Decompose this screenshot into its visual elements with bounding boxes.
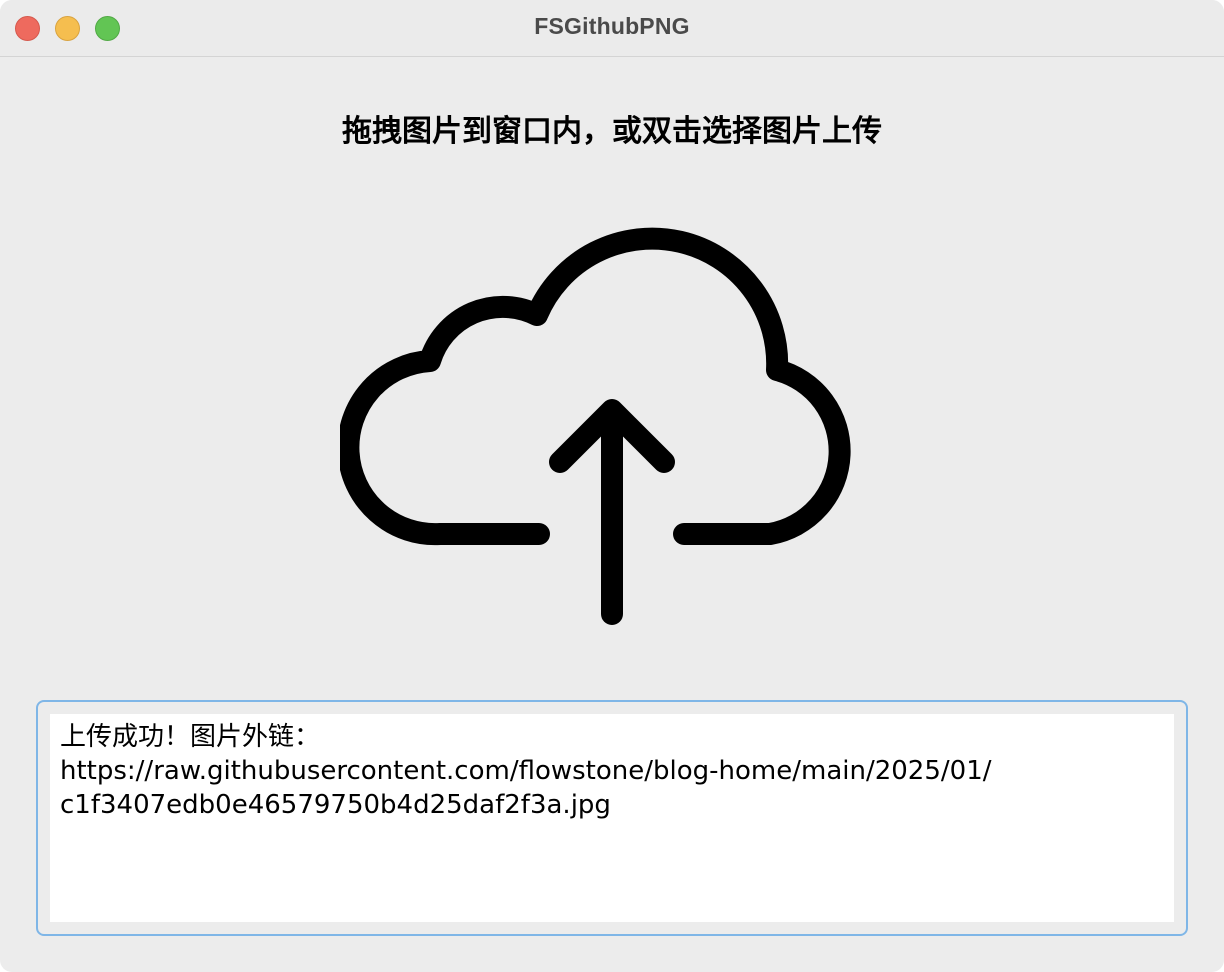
upload-instruction: 拖拽图片到窗口内，或双击选择图片上传 xyxy=(342,114,882,149)
result-panel: 上传成功！图片外链： https://raw.githubusercontent… xyxy=(36,700,1188,936)
app-window: FSGithubPNG 拖拽图片到窗口内，或双击选择图片上传 上传成功！图片外链… xyxy=(0,0,1224,972)
result-status-text: 上传成功！图片外链： xyxy=(60,722,321,752)
result-textarea[interactable]: 上传成功！图片外链： https://raw.githubusercontent… xyxy=(50,714,1174,922)
window-title: FSGithubPNG xyxy=(534,13,690,39)
image-drop-zone[interactable] xyxy=(340,200,885,640)
title-bar[interactable]: FSGithubPNG xyxy=(0,0,1224,57)
cloud-upload-icon xyxy=(340,227,851,625)
result-url-line-1: https://raw.githubusercontent.com/flowst… xyxy=(60,756,992,786)
result-url-line-2: c1f3407edb0e46579750b4d25daf2f3a.jpg xyxy=(60,790,611,820)
